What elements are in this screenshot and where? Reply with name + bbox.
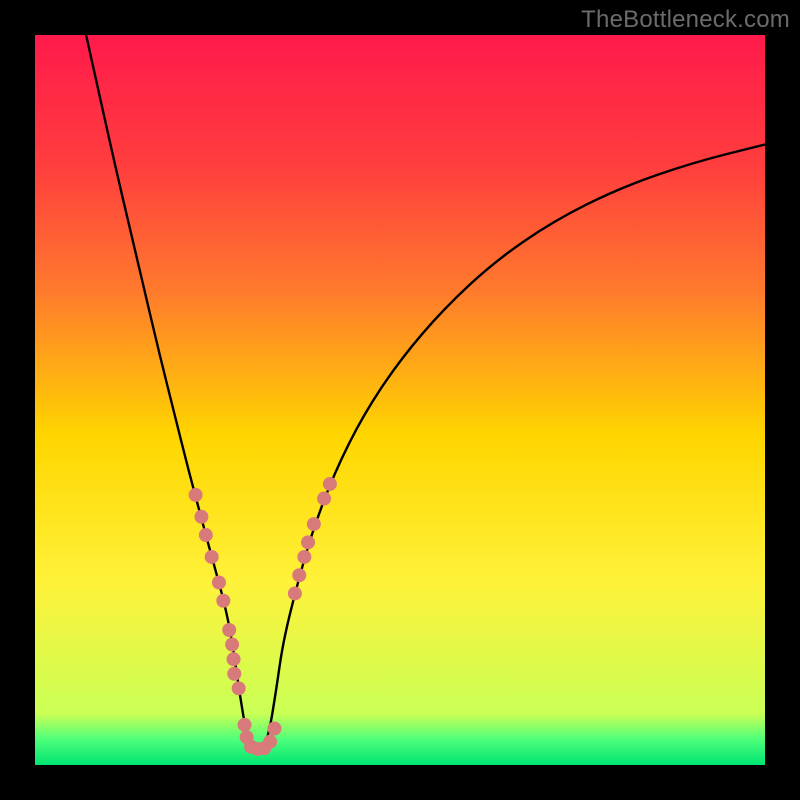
- marker-dot: [297, 550, 311, 564]
- marker-dot: [238, 718, 252, 732]
- marker-dot: [307, 517, 321, 531]
- marker-dot: [227, 667, 241, 681]
- marker-dot: [263, 735, 277, 749]
- marker-dot: [225, 638, 239, 652]
- marker-dot: [205, 550, 219, 564]
- marker-dot: [216, 594, 230, 608]
- marker-dot: [292, 568, 306, 582]
- marker-dot: [301, 535, 315, 549]
- chart-plot: [35, 35, 765, 765]
- watermark-text: TheBottleneck.com: [581, 6, 790, 34]
- marker-dot: [227, 652, 241, 666]
- marker-dot: [194, 510, 208, 524]
- marker-dot: [222, 623, 236, 637]
- chart-frame: TheBottleneck.com: [0, 0, 800, 800]
- plot-background: [35, 35, 765, 765]
- marker-dot: [189, 488, 203, 502]
- marker-dot: [267, 722, 281, 736]
- marker-dot: [232, 681, 246, 695]
- marker-dot: [317, 492, 331, 506]
- marker-dot: [212, 576, 226, 590]
- marker-dot: [323, 477, 337, 491]
- marker-dot: [199, 528, 213, 542]
- marker-dot: [288, 586, 302, 600]
